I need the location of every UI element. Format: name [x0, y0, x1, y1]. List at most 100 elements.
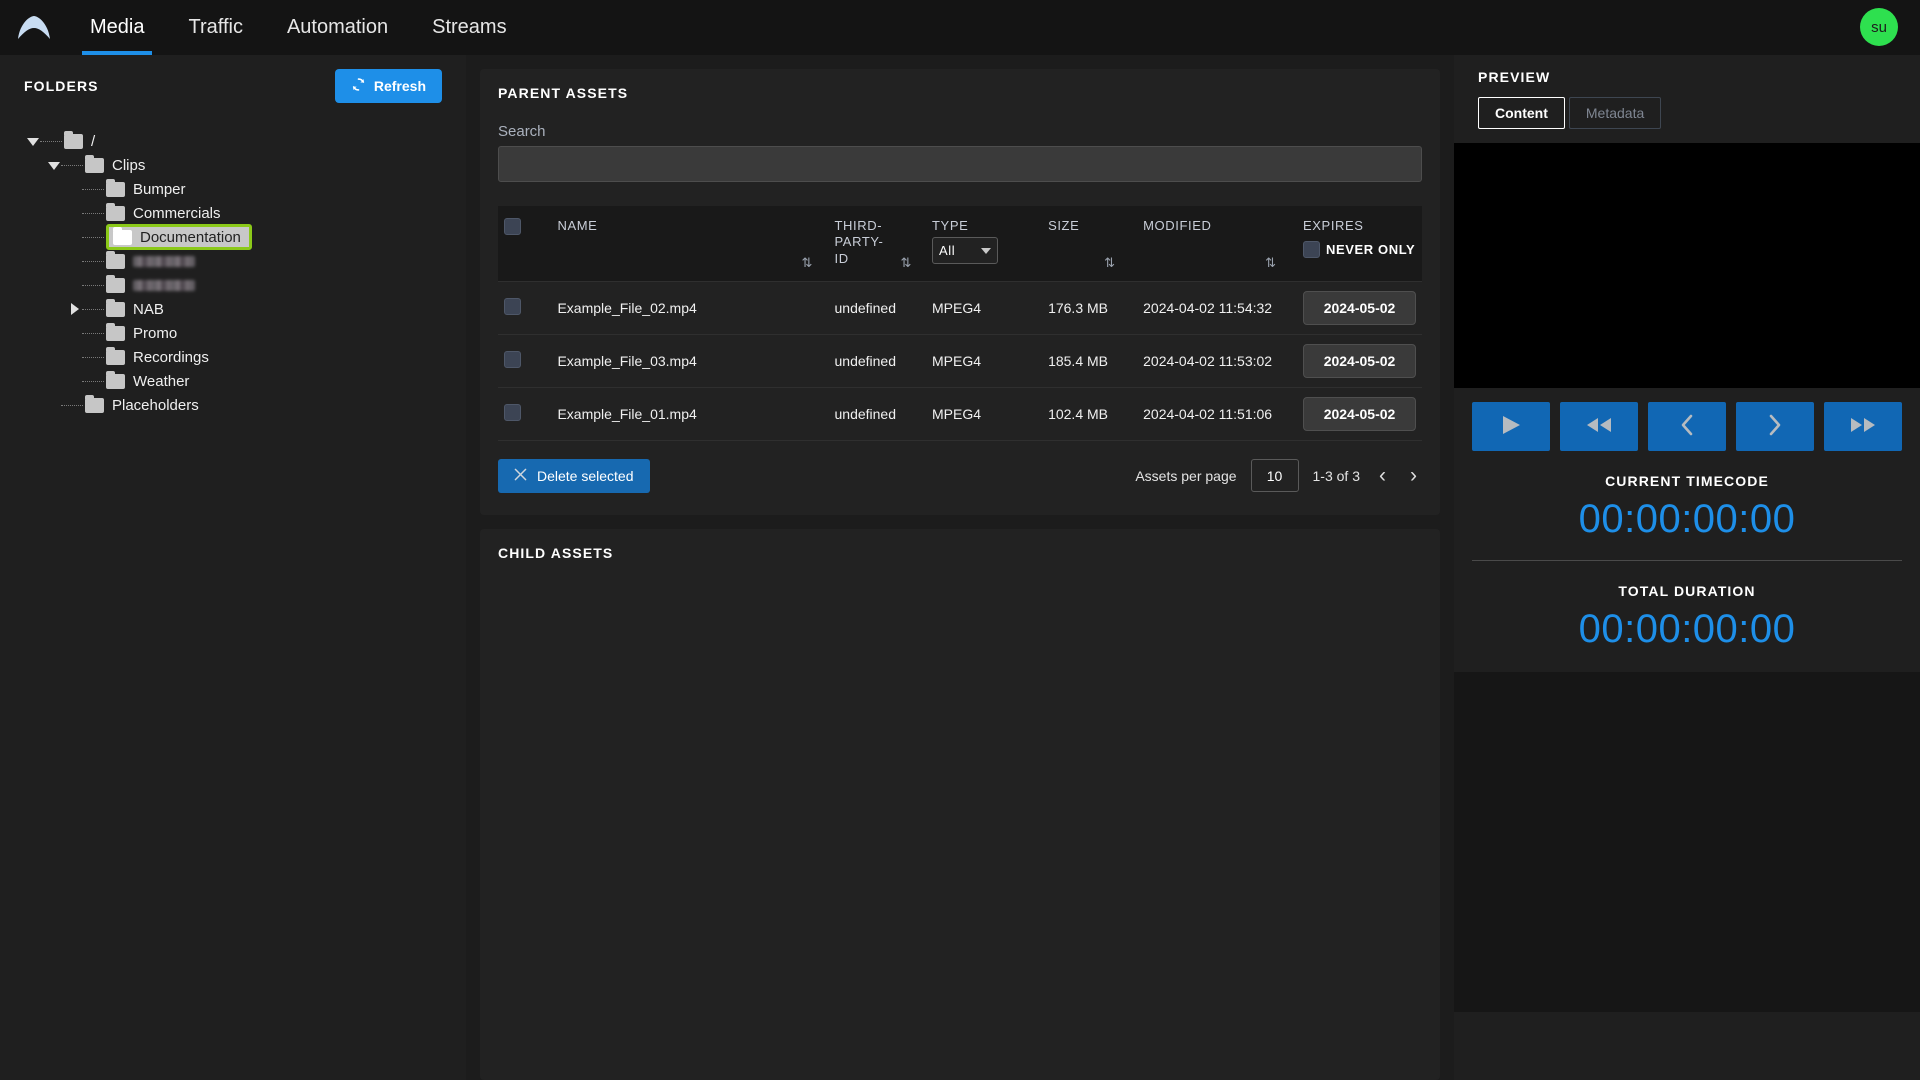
table-row[interactable]: Example_File_03.mp4 undefined MPEG4 185.4 M…	[498, 334, 1422, 388]
folder-tree-item-placeholders[interactable]: Placeholders	[26, 393, 466, 417]
expires-date-button[interactable]: 2024-05-02	[1303, 290, 1416, 325]
sort-updown-icon[interactable]: ⇅	[1265, 255, 1277, 271]
top-navigation-bar: Media Traffic Automation Streams su	[0, 0, 1920, 55]
folder-label: Documentation	[140, 228, 241, 246]
sort-updown-icon[interactable]: ⇅	[801, 255, 813, 271]
folder-tree-item-recordings[interactable]: Recordings	[26, 345, 466, 369]
chevron-down-icon[interactable]	[26, 137, 40, 146]
avatar-initials: su	[1871, 18, 1887, 36]
row-select-cell	[498, 280, 552, 335]
folder-tree-item-redacted[interactable]	[26, 273, 466, 297]
folder-tree-item-weather[interactable]: Weather	[26, 369, 466, 393]
folder-icon	[106, 346, 125, 365]
tab-metadata-label: Metadata	[1585, 105, 1645, 121]
cell-type: MPEG4	[926, 280, 1043, 335]
rewind-button[interactable]	[1560, 402, 1638, 451]
nav-tab-media[interactable]: Media	[68, 0, 166, 55]
delete-selected-button[interactable]: Delete selected	[498, 458, 650, 493]
total-duration-value: 00:00:00:00	[1578, 607, 1796, 651]
cell-size: 185.4 MB	[1042, 334, 1138, 388]
folder-icon	[106, 178, 125, 197]
cell-modified: 2024-04-02 11:53:02	[1137, 334, 1297, 388]
folder-tree-item-documentation[interactable]: Documentation	[26, 224, 466, 250]
refresh-button[interactable]: Refresh	[334, 69, 442, 103]
folder-tree-item-clips[interactable]: Clips	[26, 153, 466, 177]
fast-forward-icon	[1848, 415, 1878, 438]
per-page-input[interactable]	[1250, 459, 1299, 493]
nav-tab-automation[interactable]: Automation	[265, 0, 410, 55]
chevron-right-icon[interactable]: ›	[1405, 464, 1422, 488]
delete-selected-label: Delete selected	[537, 467, 634, 484]
step-back-button[interactable]	[1648, 402, 1726, 451]
chevron-down-icon	[981, 247, 992, 254]
table-row[interactable]: Example_File_01.mp4 undefined MPEG4 102.4 M…	[498, 387, 1422, 441]
cell-name: Example_File_03.mp4	[551, 334, 829, 388]
row-checkbox[interactable]	[504, 403, 521, 421]
column-name[interactable]: NAME ⇅	[551, 206, 829, 282]
main-content: PARENT ASSETS Search NAME ⇅ THIRD- PARTY…	[466, 55, 1454, 1080]
column-third-party-id-label: THIRD- PARTY- ID	[834, 218, 884, 266]
folder-tree-item-commercials[interactable]: Commercials	[26, 201, 466, 225]
search-input[interactable]	[498, 146, 1422, 182]
folder-tree-item-redacted[interactable]	[26, 249, 466, 273]
search-label: Search	[498, 123, 546, 140]
nav-tab-streams[interactable]: Streams	[410, 0, 528, 55]
selected-folder-highlight[interactable]: Documentation	[106, 224, 252, 250]
nav-tab-traffic[interactable]: Traffic	[166, 0, 264, 55]
folders-sidebar: FOLDERS Refresh / Clips Bumper Commercials D…	[0, 55, 466, 1080]
column-size[interactable]: SIZE ⇅	[1042, 206, 1138, 282]
folder-icon	[113, 226, 132, 245]
avatar[interactable]: su	[1860, 8, 1898, 46]
sort-updown-icon[interactable]: ⇅	[901, 255, 913, 271]
chevron-right-icon	[1767, 414, 1783, 439]
sort-updown-icon[interactable]: ⇅	[1104, 255, 1116, 271]
select-all-checkbox[interactable]	[504, 218, 521, 235]
folder-icon	[106, 322, 125, 341]
column-modified[interactable]: MODIFIED ⇅	[1137, 206, 1297, 282]
chevron-left-icon[interactable]: ‹	[1374, 464, 1391, 488]
folder-tree-item-bumper[interactable]: Bumper	[26, 177, 466, 201]
cell-type: MPEG4	[926, 387, 1043, 441]
preview-panel: PREVIEW Content Metadata CURRENT TIMECOD…	[1454, 55, 1920, 1080]
tree-connector	[61, 164, 83, 166]
tree-connector	[82, 356, 104, 358]
expires-date-button[interactable]: 2024-05-02	[1303, 343, 1416, 378]
video-preview-area[interactable]	[1454, 143, 1920, 388]
column-modified-label: MODIFIED	[1143, 218, 1212, 233]
never-only-checkbox[interactable]	[1303, 241, 1320, 258]
expires-date-button[interactable]: 2024-05-02	[1303, 396, 1416, 431]
step-forward-button[interactable]	[1736, 402, 1814, 451]
app-logo-icon[interactable]	[0, 15, 68, 41]
cell-expires: 2024-05-02	[1297, 334, 1422, 388]
tab-content[interactable]: Content	[1478, 97, 1565, 129]
tree-connector	[82, 332, 104, 334]
table-row[interactable]: Example_File_02.mp4 undefined MPEG4 176.3 M…	[498, 280, 1422, 335]
folder-icon	[85, 394, 104, 413]
per-page-label: Assets per page	[1135, 467, 1237, 484]
nav-tab-automation-label: Automation	[286, 16, 389, 38]
row-checkbox[interactable]	[504, 297, 521, 315]
type-filter-value: All	[939, 243, 956, 258]
tab-metadata[interactable]: Metadata	[1568, 97, 1662, 129]
nav-tab-media-label: Media	[90, 16, 145, 38]
folder-tree-item-promo[interactable]: Promo	[26, 321, 466, 345]
row-select-cell	[498, 334, 552, 388]
column-third-party-id[interactable]: THIRD- PARTY- ID ⇅	[828, 206, 927, 282]
total-duration-label: TOTAL DURATION	[1618, 583, 1756, 599]
play-button[interactable]	[1472, 402, 1550, 451]
chevron-right-icon[interactable]	[68, 303, 82, 315]
folder-tree-item-[interactable]: /	[26, 129, 466, 153]
fast-forward-button[interactable]	[1824, 402, 1902, 451]
folder-label: Promo	[133, 324, 178, 342]
row-checkbox[interactable]	[504, 350, 521, 368]
type-filter-select[interactable]: All	[932, 237, 999, 264]
preview-bottom-area	[1454, 672, 1920, 1012]
folder-tree-item-nab[interactable]: NAB	[26, 297, 466, 321]
tree-connector	[40, 140, 62, 142]
folder-icon	[106, 202, 125, 221]
table-header: NAME ⇅ THIRD- PARTY- ID ⇅ TYPE All SIZE …	[498, 206, 1422, 282]
chevron-down-icon[interactable]	[47, 161, 61, 170]
preview-tabs: Content Metadata	[1454, 97, 1920, 129]
tree-connector	[82, 188, 104, 190]
refresh-label: Refresh	[373, 78, 426, 94]
